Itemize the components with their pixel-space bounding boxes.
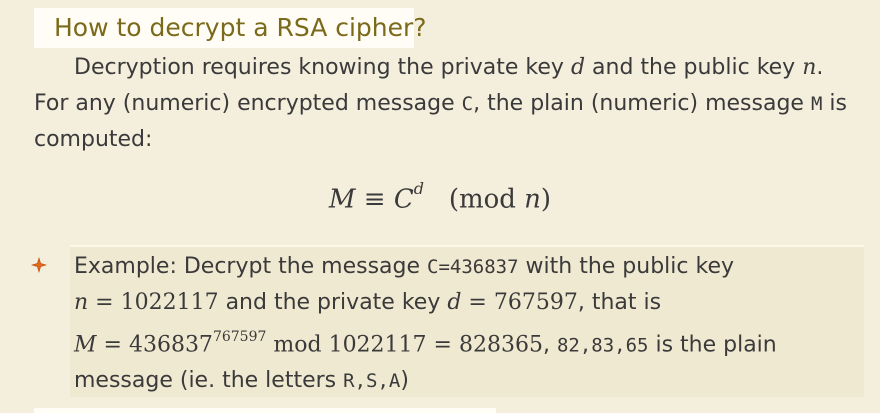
example-text: , that is [577,290,662,315]
example-M: M [74,332,97,358]
formula-n: n [524,184,541,215]
intro-paragraph: Decryption requires knowing the private … [34,50,860,158]
var-n: n [802,55,817,80]
example-code-letters: R,S,A [343,370,401,393]
formula-close: ) [540,184,552,215]
example-text: and the private key [218,290,448,315]
formula-C: C [393,184,414,215]
example-line-2: n = 1022117 and the private key d = 7675… [74,285,864,321]
example-n: n [74,290,89,315]
example-text: , [542,332,557,358]
example-base: = 436837 [96,332,213,358]
intro-text: and the public key [585,55,803,80]
intro-text: For any (numeric) encrypted message [34,91,462,116]
code-C: C [461,93,474,115]
formula-exp: d [413,179,425,198]
example-text: message (ie. the letters [74,368,344,394]
star-bullet-icon [31,257,47,273]
example-text: with the public key [518,254,735,279]
intro-line-2: For any (numeric) encrypted message C, t… [34,86,860,158]
example-code-c: C=436837 [427,256,519,278]
intro-text: , the plain (numeric) message [473,91,811,116]
intro-line-1: Decryption requires knowing the private … [34,50,860,86]
page-heading: How to decrypt a RSA cipher? [54,13,427,42]
formula-equiv: ≡ [363,184,386,215]
code-M: M [810,93,823,115]
example-line-1: Example: Decrypt the message C=436837 wi… [74,249,864,285]
example-d: d [447,290,462,315]
intro-text: Decryption requires knowing the private … [74,55,571,80]
intro-text: . [816,55,824,80]
example-line-4: message (ie. the letters R,S,A) [74,363,864,399]
example-mod: mod 1022117 = 828365 [266,332,543,358]
example-block: Example: Decrypt the message C=436837 wi… [74,249,864,399]
next-section-box [34,408,496,413]
example-n-value: = 1022117 [88,290,219,315]
formula-M: M [328,184,356,215]
example-text: Example: Decrypt the message [74,254,428,279]
var-d: d [570,55,586,80]
decryption-formula: M ≡ Cd (mod n) [0,179,880,215]
example-text: is the plain [648,332,777,358]
example-d-value: = 767597 [461,290,578,315]
example-code-codes: 82,83,65 [556,334,649,357]
example-exp: 767597 [212,329,267,345]
example-text: ) [400,368,409,394]
example-line-3: M = 436837767597 mod 1022117 = 828365, 8… [74,321,864,363]
formula-mod: (mod [448,184,525,215]
